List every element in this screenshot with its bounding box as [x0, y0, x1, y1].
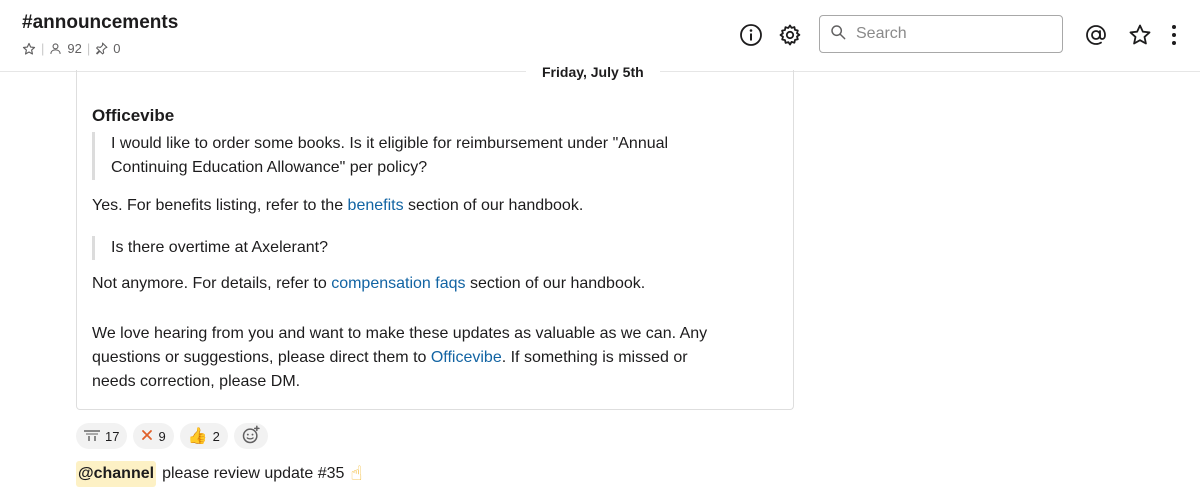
pin-icon[interactable] — [95, 42, 108, 55]
star-icon[interactable] — [1128, 23, 1152, 47]
reaction-tool[interactable]: 9 — [133, 423, 174, 449]
closing-text: questions or suggestions, please direct … — [92, 349, 431, 366]
quote-line: I would like to order some books. Is it … — [111, 135, 669, 152]
thumbs-up-emoji-icon: 👍 — [187, 428, 208, 445]
reactions-bar: 17 9 👍 2 — [76, 423, 268, 449]
answer-paragraph: Yes. For benefits listing, refer to the … — [92, 194, 583, 218]
message-text: please review update #35 — [162, 465, 345, 482]
gear-icon[interactable] — [778, 23, 802, 47]
reaction-thumbs-up[interactable]: 👍 2 — [179, 423, 228, 449]
answer-text: Yes. For benefits listing, refer to the — [92, 197, 348, 214]
reaction-count: 17 — [105, 428, 120, 444]
meta-separator: | — [41, 41, 45, 56]
pinned-count[interactable]: 0 — [113, 41, 120, 56]
closing-line: We love hearing from you and want to mak… — [92, 325, 708, 342]
answer-paragraph: Not anymore. For details, refer to compe… — [92, 272, 645, 296]
add-reaction-icon — [241, 425, 261, 448]
channel-header: #announcements | 92 | 0 — [0, 0, 1200, 70]
closing-line: needs correction, please DM. — [92, 373, 301, 390]
info-icon[interactable] — [739, 23, 763, 47]
channel-message: @channel please review update #35 ☝ — [76, 461, 363, 487]
channel-mention[interactable]: @channel — [76, 461, 157, 487]
officevibe-link[interactable]: Officevibe — [431, 349, 502, 366]
quote-block: Is there overtime at Axelerant? — [92, 236, 328, 260]
search-input[interactable] — [854, 24, 1048, 44]
star-icon[interactable] — [22, 42, 36, 56]
quote-line: Is there overtime at Axelerant? — [111, 239, 328, 256]
benefits-link[interactable]: benefits — [348, 197, 404, 214]
attachment-author[interactable]: Officevibe — [92, 106, 174, 126]
more-options-icon[interactable] — [1166, 23, 1182, 47]
tool-emoji-icon — [141, 429, 153, 444]
answer-text: section of our handbook. — [403, 197, 584, 214]
quote-line: Continuing Education Allowance" per poli… — [111, 159, 428, 176]
answer-text: Not anymore. For details, refer to — [92, 275, 332, 292]
flag-emoji-icon — [84, 429, 100, 444]
meta-separator: | — [86, 41, 91, 56]
members-icon[interactable] — [49, 42, 62, 55]
add-reaction-button[interactable] — [233, 423, 268, 449]
reaction-flag[interactable]: 17 — [76, 423, 128, 449]
closing-text: . If something is missed or — [501, 349, 688, 366]
member-count[interactable]: 92 — [67, 41, 81, 56]
reaction-count: 2 — [212, 428, 220, 444]
channel-title[interactable]: #announcements — [22, 12, 178, 34]
quote-block: I would like to order some books. Is it … — [92, 132, 668, 180]
pointing-up-emoji-icon: ☝ — [350, 463, 363, 485]
answer-text: section of our handbook. — [465, 275, 646, 292]
channel-meta: | 92 | 0 — [22, 41, 120, 56]
search-box[interactable] — [819, 15, 1063, 53]
search-icon — [830, 24, 846, 45]
reaction-count: 9 — [158, 428, 166, 444]
mentions-icon[interactable] — [1084, 23, 1108, 47]
closing-paragraph: We love hearing from you and want to mak… — [92, 322, 707, 394]
compensation-faqs-link[interactable]: compensation faqs — [331, 275, 465, 292]
closing-line: questions or suggestions, please direct … — [92, 346, 707, 370]
